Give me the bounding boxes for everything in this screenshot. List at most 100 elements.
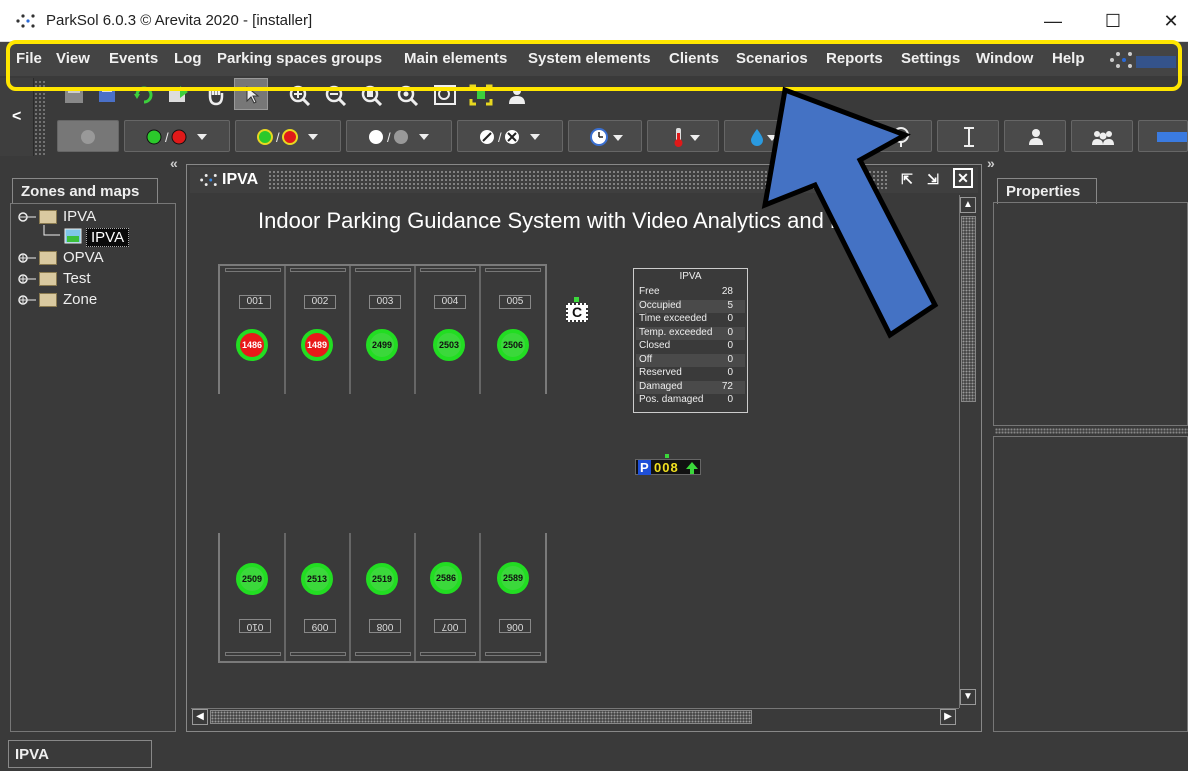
menu-reports[interactable]: Reports	[826, 50, 883, 67]
slot-label: 008	[369, 619, 401, 633]
free-sensor[interactable]: 2586	[430, 562, 462, 594]
slot-label: 005	[499, 295, 531, 309]
collapse-left-button[interactable]: <	[0, 78, 34, 156]
tree-item-zone[interactable]: Zone	[63, 291, 97, 308]
fit-screen-icon[interactable]	[469, 84, 493, 106]
free-sensor[interactable]: 2513	[301, 563, 333, 595]
tree-item-ipva-zone[interactable]: IPVA	[63, 208, 96, 225]
filter-white-grey-button[interactable]: /	[346, 120, 452, 152]
tree-collapsed-icon[interactable]	[18, 252, 36, 264]
free-sensor[interactable]: 2503	[433, 329, 465, 361]
vertical-scroll-thumb[interactable]	[961, 216, 976, 402]
scroll-up-icon[interactable]: ▲	[960, 197, 976, 213]
free-sensor[interactable]: 2589	[497, 562, 529, 594]
free-sensor[interactable]: 2519	[366, 563, 398, 595]
free-spaces-display[interactable]: P 008	[635, 459, 701, 475]
scroll-right-icon[interactable]: ▶	[940, 709, 956, 725]
menu-scenarios[interactable]: Scenarios	[736, 50, 808, 67]
filter-display-button[interactable]	[1138, 120, 1188, 152]
export-icon[interactable]	[166, 84, 190, 106]
properties-tab[interactable]: Properties	[997, 178, 1097, 204]
filter-closed-off-button[interactable]: /	[457, 120, 563, 152]
parking-slot-008[interactable]	[350, 533, 415, 661]
map-window-icon	[200, 174, 217, 186]
svg-text:/: /	[276, 130, 280, 145]
zoom-window-icon[interactable]	[433, 84, 457, 106]
collapse-left-label: <	[12, 108, 22, 125]
minimize-button[interactable]: —	[1030, 6, 1076, 36]
user-icon[interactable]	[505, 84, 529, 106]
toolbar-grip[interactable]	[34, 80, 46, 156]
menu-clients[interactable]: Clients	[669, 50, 719, 67]
filter-green-red-button[interactable]: /	[124, 120, 230, 152]
zoom-reset-icon[interactable]	[396, 84, 420, 106]
pan-hand-icon[interactable]	[204, 84, 228, 106]
slot-marker	[355, 652, 411, 656]
filter-time-button[interactable]	[568, 120, 642, 152]
stats-title: IPVA	[679, 271, 702, 282]
menu-main-elements[interactable]: Main elements	[404, 50, 507, 67]
maximize-button[interactable]: ☐	[1090, 6, 1136, 36]
occupied-sensor[interactable]: 1486	[236, 329, 268, 361]
properties-splitter[interactable]	[995, 428, 1188, 434]
zoom-fit-icon[interactable]	[360, 84, 384, 106]
parking-slot-009[interactable]	[285, 533, 350, 661]
tree-expanded-icon[interactable]	[18, 211, 36, 223]
tree-item-opva[interactable]: OPVA	[63, 249, 104, 266]
collapse-left-panel-icon[interactable]: «	[170, 155, 178, 171]
brand-logo-icon	[1110, 52, 1176, 68]
tree-collapsed-icon[interactable]	[18, 294, 36, 306]
green-red-status-icon: /	[146, 129, 207, 145]
stat-row-pos-damaged: Pos. damaged 0	[636, 394, 745, 407]
controller-element[interactable]: C	[566, 303, 588, 322]
expand-right-panel-icon[interactable]: »	[987, 155, 995, 171]
free-sensor[interactable]: 2506	[497, 329, 529, 361]
free-sensor[interactable]: 2509	[236, 563, 268, 595]
zones-tab[interactable]: Zones and maps	[12, 178, 158, 204]
tree-connector	[43, 225, 60, 236]
stat-value: 0	[727, 367, 733, 378]
scroll-left-icon[interactable]: ◀	[192, 709, 208, 725]
menu-parking-spaces-groups[interactable]: Parking spaces groups	[217, 50, 382, 67]
filter-temperature-button[interactable]	[647, 120, 719, 152]
zoom-in-icon[interactable]	[288, 84, 312, 106]
close-button[interactable]: ✕	[1148, 6, 1188, 36]
save-as-icon[interactable]	[96, 84, 120, 106]
parksol-app: ParkSol 6.0.3 © Arevita 2020 - [installe…	[0, 0, 1188, 771]
tree-collapsed-icon[interactable]	[18, 273, 36, 285]
tree-item-test[interactable]: Test	[63, 270, 91, 287]
slot-marker	[225, 268, 281, 272]
parking-slot-010[interactable]	[220, 533, 285, 661]
filter-green-red-outline-button[interactable]: /	[235, 120, 341, 152]
menu-system-elements[interactable]: System elements	[528, 50, 651, 67]
stat-label: Reserved	[639, 367, 682, 378]
stat-row-time-exceeded: Time exceeded 0	[636, 313, 745, 326]
occupied-sensor[interactable]: 1489	[301, 329, 333, 361]
save-icon[interactable]	[62, 84, 86, 106]
stat-value: 0	[727, 313, 733, 324]
filter-all-button[interactable]	[57, 120, 119, 152]
filter-group-button[interactable]	[1071, 120, 1133, 152]
menu-log[interactable]: Log	[174, 50, 202, 67]
close-window-icon[interactable]: ✕	[953, 168, 973, 188]
parking-slot-007[interactable]	[415, 533, 480, 661]
menu-window[interactable]: Window	[976, 50, 1033, 67]
menu-view[interactable]: View	[56, 50, 90, 67]
menu-events[interactable]: Events	[109, 50, 158, 67]
horizontal-scroll-thumb[interactable]	[210, 710, 752, 724]
slot-label: 003	[369, 295, 401, 309]
filter-single-user-button[interactable]	[1004, 120, 1066, 152]
tree-item-ipva-map[interactable]: IPVA	[86, 228, 130, 247]
menu-file[interactable]: File	[16, 50, 42, 67]
menu-help[interactable]: Help	[1052, 50, 1085, 67]
parking-slot-006[interactable]	[480, 533, 545, 661]
zone-stats-table[interactable]: IPVA Free 28 Occupied 5 Time exceeded 0 Tem…	[633, 268, 748, 413]
free-sensor[interactable]: 2499	[366, 329, 398, 361]
refresh-icon[interactable]	[132, 84, 156, 106]
pointer-icon	[246, 85, 260, 104]
menu-settings[interactable]: Settings	[901, 50, 960, 67]
select-pointer-button[interactable]	[234, 78, 268, 110]
scroll-down-icon[interactable]: ▼	[960, 689, 976, 705]
stat-label: Damaged	[639, 381, 683, 392]
zoom-out-icon[interactable]	[324, 84, 348, 106]
